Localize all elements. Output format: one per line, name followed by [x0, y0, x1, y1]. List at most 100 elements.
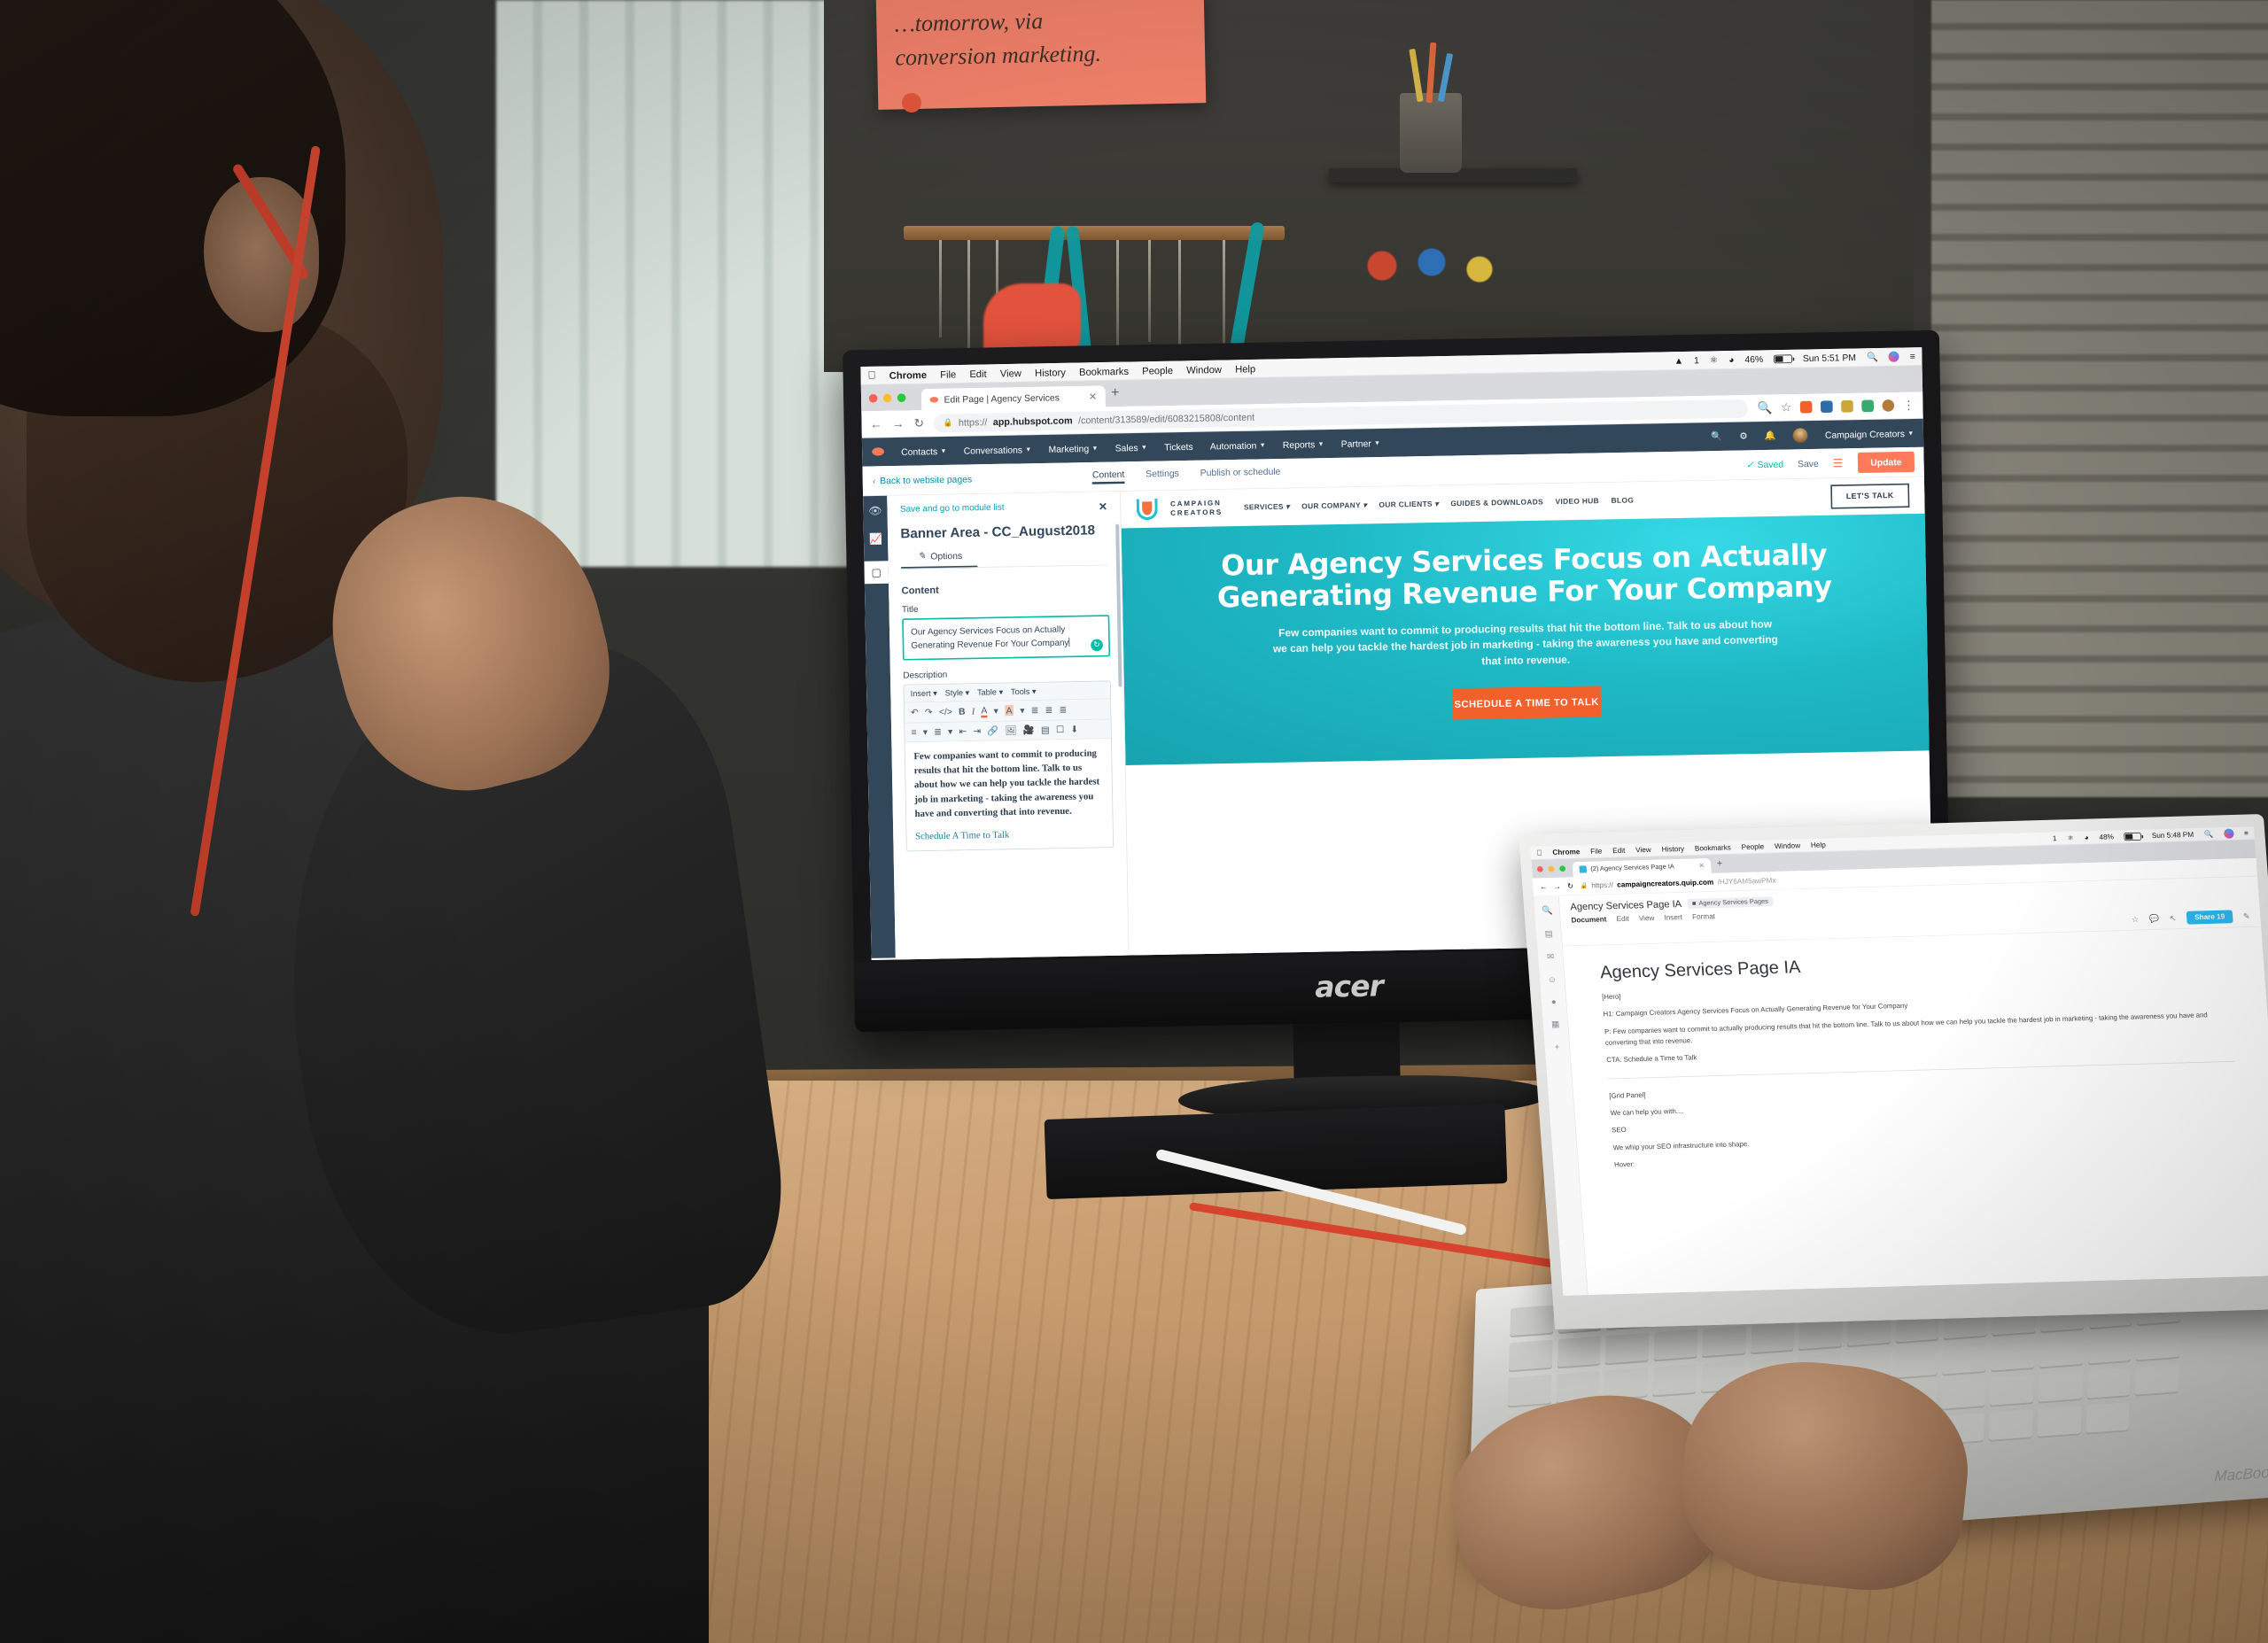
back-to-website-pages-link[interactable]: ‹ Back to website pages — [873, 474, 972, 486]
notifications-icon[interactable]: ● — [1551, 996, 1557, 1006]
extension-icon[interactable] — [1841, 399, 1853, 413]
back-arrow-icon[interactable]: ← — [1540, 883, 1548, 891]
notification-center-icon[interactable]: ≡ — [1910, 351, 1915, 361]
align-center-icon[interactable]: ≣ — [1045, 704, 1052, 716]
download-icon[interactable]: ⬇ — [1070, 724, 1078, 735]
reload-icon[interactable]: ↻ — [914, 416, 925, 430]
menubar-item-file[interactable]: File — [940, 368, 956, 380]
menubar-item-help[interactable]: Help — [1235, 362, 1255, 374]
hubspot-sprocket-icon[interactable]: ⬬ — [872, 444, 884, 461]
menubar-item-help[interactable]: Help — [1811, 841, 1826, 849]
link-icon[interactable]: 🔗 — [987, 725, 998, 737]
close-window-button[interactable] — [868, 393, 878, 403]
menubar-item-people[interactable]: People — [1741, 842, 1764, 851]
save-button[interactable]: Save — [1798, 458, 1819, 469]
campaign-creators-logo-icon[interactable] — [1136, 498, 1159, 521]
tab-publish-or-schedule[interactable]: Publish or schedule — [1200, 466, 1281, 482]
maximize-window-button[interactable] — [897, 393, 906, 403]
analytics-icon[interactable]: 📈 — [869, 532, 882, 546]
close-icon[interactable]: ✕ — [1089, 391, 1098, 403]
source-code-icon[interactable]: </> — [939, 707, 952, 717]
quip-menu-edit[interactable]: Edit — [1616, 915, 1629, 923]
quip-doc-title[interactable]: Agency Services Page IA — [1570, 898, 1682, 912]
menubar-item-file[interactable]: File — [1590, 847, 1603, 855]
save-and-go-to-module-list-link[interactable]: Save and go to module list — [900, 502, 1005, 514]
menubar-app-name[interactable]: Chrome — [889, 368, 927, 381]
inbox-icon[interactable]: ✉ — [1547, 951, 1555, 962]
minimize-window-button[interactable] — [882, 393, 892, 403]
avatar[interactable] — [1792, 427, 1808, 443]
align-left-icon[interactable]: ≣ — [1031, 704, 1039, 716]
forward-arrow-icon[interactable]: → — [892, 416, 905, 430]
nav-item-marketing[interactable]: Marketing ▼ — [1048, 443, 1098, 454]
site-nav-video-hub[interactable]: VIDEO HUB — [1555, 497, 1599, 506]
search-icon[interactable]: 🔍 — [1867, 352, 1878, 363]
rte-menu-style[interactable]: Style ▾ — [945, 687, 970, 698]
wifi-icon[interactable]: ◕ — [1728, 354, 1734, 365]
menubar-item-view[interactable]: View — [1635, 846, 1651, 854]
title-input[interactable]: Our Agency Services Focus on Actually Ge… — [902, 615, 1111, 661]
account-switcher[interactable]: Campaign Creators ▼ — [1825, 428, 1915, 440]
menubar-item-edit[interactable]: Edit — [969, 368, 987, 379]
expand-icon[interactable]: ↖ — [2170, 913, 2177, 923]
reload-icon[interactable]: ↻ — [1567, 882, 1573, 890]
cta-icon[interactable]: ☐ — [1056, 724, 1065, 735]
extension-icon[interactable] — [1799, 400, 1813, 414]
tab-content[interactable]: Content — [1091, 469, 1125, 484]
comment-icon[interactable]: 💬 — [2149, 914, 2160, 924]
minimize-window-button[interactable] — [1548, 865, 1555, 872]
search-icon[interactable]: 🔍 — [2204, 830, 2214, 839]
module-icon[interactable]: ▢ — [864, 561, 889, 585]
revert-icon[interactable]: ↻ — [1091, 639, 1103, 652]
add-icon[interactable]: + — [1554, 1042, 1559, 1051]
bell-icon[interactable]: 🔔 — [1765, 430, 1776, 441]
siri-icon[interactable] — [2223, 828, 2234, 839]
hamburger-icon[interactable]: ☰ — [1833, 456, 1845, 470]
forward-arrow-icon[interactable]: → — [1553, 882, 1561, 890]
italic-icon[interactable]: I — [972, 706, 975, 717]
embed-icon[interactable]: ▤ — [1041, 724, 1050, 735]
redo-icon[interactable]: ↷ — [925, 707, 933, 718]
maximize-window-button[interactable] — [1559, 865, 1566, 872]
site-nav-guides-downloads[interactable]: GUIDES & DOWNLOADS — [1450, 498, 1543, 508]
menubar-item-window[interactable]: Window — [1775, 841, 1801, 850]
menu-icon[interactable]: ⋮ — [1903, 398, 1915, 412]
menubar-item-edit[interactable]: Edit — [1612, 847, 1626, 855]
notification-center-icon[interactable]: ≡ — [2244, 829, 2249, 837]
update-button[interactable]: Update — [1857, 451, 1915, 474]
back-arrow-icon[interactable]: ← — [870, 417, 882, 431]
siri-icon[interactable] — [1888, 351, 1899, 362]
profile-icon[interactable] — [1882, 399, 1895, 412]
apps-icon[interactable]: ▦ — [1551, 1019, 1560, 1029]
nav-item-sales[interactable]: Sales ▼ — [1115, 442, 1148, 453]
menubar-item-view[interactable]: View — [1000, 367, 1021, 378]
rte-menu-tools[interactable]: Tools ▾ — [1011, 686, 1037, 696]
nav-item-contacts[interactable]: Contacts ▼ — [901, 446, 947, 457]
people-icon[interactable]: ☺ — [1548, 974, 1557, 984]
menubar-item-history[interactable]: History — [1035, 366, 1066, 377]
apple-icon[interactable]:  — [1536, 849, 1542, 856]
search-icon[interactable]: 🔍 — [1542, 905, 1553, 916]
quip-document[interactable]: Agency Services Page IA [Hero] H1: Campa… — [1562, 926, 2268, 1296]
star-icon[interactable]: ☆ — [2132, 915, 2140, 925]
rich-text-editor[interactable]: Insert ▾ Style ▾ Table ▾ Tools ▾ ↶ ↷ </>… — [903, 680, 1115, 852]
site-nav-our-company[interactable]: OUR COMPANY ▾ — [1301, 501, 1367, 511]
menubar-clock[interactable]: Sun 5:48 PM — [2152, 831, 2194, 840]
rte-body[interactable]: Few companies want to commit to producin… — [905, 738, 1114, 851]
options-tab[interactable]: ✎ Options — [901, 546, 1108, 567]
menubar-item-bookmarks[interactable]: Bookmarks — [1079, 365, 1129, 377]
menubar-item-bookmarks[interactable]: Bookmarks — [1695, 843, 1732, 852]
nav-item-conversations[interactable]: Conversations ▼ — [964, 444, 1032, 455]
highlight-caret-icon[interactable]: ▾ — [1020, 705, 1024, 717]
site-nav-our-clients[interactable]: OUR CLIENTS ▾ — [1379, 500, 1438, 509]
window-controls[interactable] — [868, 393, 906, 411]
text-color-icon[interactable]: A — [981, 704, 988, 718]
numbered-caret-icon[interactable]: ▾ — [948, 725, 952, 737]
rte-menu-insert[interactable]: Insert ▾ — [911, 688, 937, 698]
documents-icon[interactable]: ▤ — [1544, 928, 1553, 939]
highlight-icon[interactable]: A — [1004, 705, 1014, 717]
wifi-icon[interactable]: ◕ — [2084, 833, 2089, 841]
extension-icon[interactable] — [1820, 400, 1833, 414]
nav-item-reports[interactable]: Reports ▼ — [1283, 438, 1324, 450]
nav-item-automation[interactable]: Automation ▼ — [1210, 439, 1266, 452]
